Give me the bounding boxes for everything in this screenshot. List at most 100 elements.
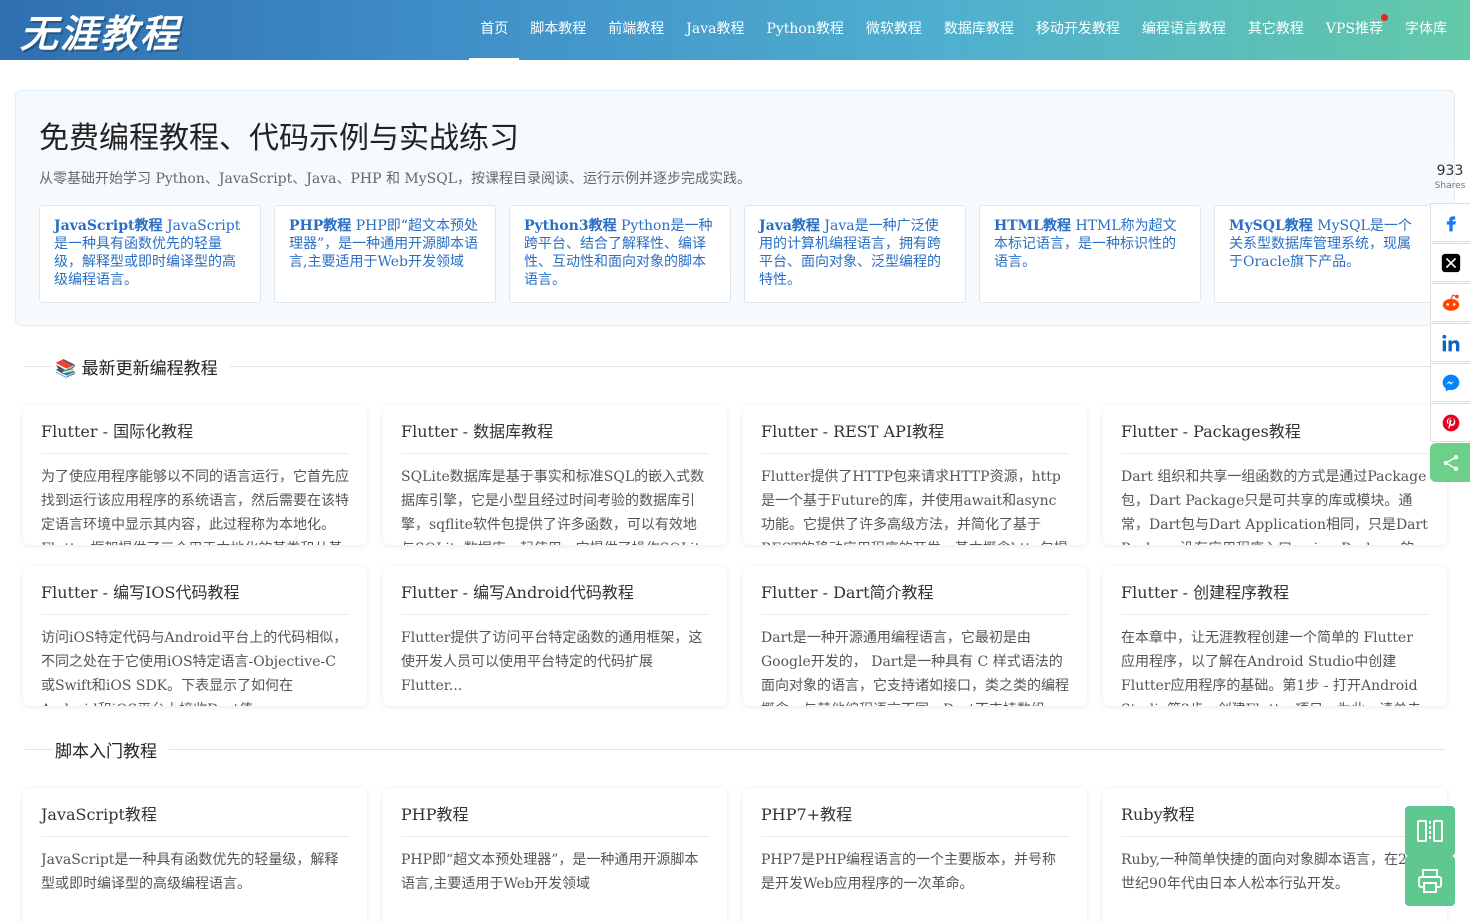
feature-name: MySQL教程 [1229,218,1313,234]
tutorial-card[interactable]: Flutter - Dart简介教程 Dart是一种开源通用编程语言，它最初是由G… [743,566,1087,706]
nav-item-vps[interactable]: VPS推荐 [1315,0,1394,60]
card-title[interactable]: PHP教程 [401,802,709,837]
featured-course-mysql[interactable]: MySQL教程 MySQL是一个关系型数据库管理系统，现属于Oracle旗下产品… [1214,205,1436,303]
section-title: 📚 最新更新编程教程 [53,354,230,379]
feature-name: PHP教程 [289,218,352,234]
share-facebook-button[interactable] [1430,203,1470,242]
featured-course-php[interactable]: PHP教程 PHP即“超文本预处理器”，是一种通用开源脚本语言,主要适用于Web… [274,205,496,303]
nav-item-scripts[interactable]: 脚本教程 [519,0,597,60]
divider [25,365,53,367]
tutorial-card[interactable]: Flutter - 编写IOS代码教程访问iOS特定代码与Android平台上的… [23,566,367,706]
featured-courses: JavaScript教程 JavaScript是一种具有函数优先的轻量级，解释型… [39,205,1436,303]
facebook-icon [1446,215,1456,231]
card-title[interactable]: Flutter - 编写Android代码教程 [401,580,709,615]
main-nav: 首页 脚本教程 前端教程 Java教程 Python教程 微软教程 数据库教程 … [469,0,1458,60]
card-title[interactable]: Flutter - 数据库教程 [401,419,709,454]
nav-item-other[interactable]: 其它教程 [1237,0,1315,60]
card-excerpt: 访问iOS特定代码与Android平台上的代码相似，不同之处在于它使用iOS特定… [41,630,348,706]
messenger-icon [1442,374,1459,391]
card-title[interactable]: Flutter - 创建程序教程 [1121,580,1429,615]
tutorial-card[interactable]: Flutter - REST API教程 Flutter提供了HTTP包来请求HT… [743,405,1087,545]
divider [229,365,1445,367]
card-title[interactable]: Flutter - REST API教程 [761,419,1069,454]
divider [169,748,1445,750]
hero-title: 免费编程教程、代码示例与实战练习 [39,121,519,156]
featured-course-python3[interactable]: Python3教程 Python是一种跨平台、结合了解释性、编译性、互动性和面向… [509,205,731,303]
share-pinterest-button[interactable] [1430,403,1470,442]
card-excerpt: 在本章中，让无涯教程创建一个简单的 Flutter 应用程序，以了解在Andro… [1121,630,1421,706]
feature-name: JavaScript教程 [54,218,163,234]
card-row: JavaScript教程 JavaScript是一种具有函数优先的轻量级，解释型或… [23,788,1447,923]
tutorial-card[interactable]: Flutter - 数据库教程 SQLite数据库是基于事实和标准SQL的嵌入式数… [383,405,727,545]
section-title: 脚本入门教程 [55,741,157,762]
card-title[interactable]: Flutter - Dart简介教程 [761,580,1069,615]
hero-subtitle: 从零基础开始学习 Python、JavaScript、Java、PHP 和 My… [39,171,752,187]
card-excerpt: Ruby,一种简单快捷的面向对象脚本语言，在20世纪90年代由日本人松本行弘开发… [1121,852,1416,892]
pinterest-icon [1442,414,1459,431]
card-excerpt: Dart是一种开源通用编程语言，它最初是由Google开发的， Dart是一种具… [761,630,1069,706]
tutorial-card[interactable]: JavaScript教程 JavaScript是一种具有函数优先的轻量级，解释型或… [23,788,367,923]
card-excerpt: Flutter提供了访问平台特定函数的通用框架，这使开发人员可以使用平台特定的代… [401,630,703,694]
reader-mode-button[interactable] [1405,806,1455,856]
nav-item-mobile[interactable]: 移动开发教程 [1025,0,1131,60]
tutorial-card[interactable]: Flutter - 创建程序教程在本章中，让无涯教程创建一个简单的 Flutte… [1103,566,1447,706]
featured-course-java[interactable]: Java教程 Java是一种广泛使用的计算机编程语言，拥有跨平台、面向对象、泛型… [744,205,966,303]
share-more-button[interactable] [1430,443,1470,482]
feature-name: Python3教程 [524,218,617,234]
feature-name: HTML教程 [994,218,1071,234]
card-title[interactable]: PHP7+教程 [761,802,1069,837]
tutorial-card[interactable]: PHP教程 PHP即“超文本预处理器”，是一种通用开源脚本语言,主要适用于Web开… [383,788,727,923]
tutorial-card[interactable]: PHP7+教程 PHP7是PHP编程语言的一个主要版本，并号称是开发Web应用程序… [743,788,1087,923]
nav-item-java[interactable]: Java教程 [675,0,755,60]
reader-mode-icon [1417,820,1443,842]
tutorial-card[interactable]: Flutter - 编写Android代码教程 Flutter提供了访问平台特定函… [383,566,727,706]
section-header-latest: 📚 最新更新编程教程 [25,354,1445,379]
card-title[interactable]: Ruby教程 [1121,802,1429,837]
card-excerpt: Dart 组织和共享一组函数的方式是通过Package包，Dart Packag… [1121,469,1428,545]
divider [25,748,53,750]
nav-item-microsoft[interactable]: 微软教程 [855,0,933,60]
nav-item-home[interactable]: 首页 [469,0,520,60]
share-x-button[interactable] [1430,243,1470,282]
new-badge-dot [1381,14,1388,21]
card-row: Flutter - 编写IOS代码教程访问iOS特定代码与Android平台上的… [23,566,1447,706]
featured-course-html[interactable]: HTML教程 HTML称为超文本标记语言，是一种标识性的语言。 [979,205,1201,303]
linkedin-icon [1441,334,1459,351]
nav-item-python[interactable]: Python教程 [755,0,854,60]
site-header: 无涯教程 首页 脚本教程 前端教程 Java教程 Python教程 微软教程 数… [0,0,1470,60]
books-icon: 📚 [55,358,77,379]
nav-item-frontend[interactable]: 前端教程 [597,0,675,60]
nav-item-languages[interactable]: 编程语言教程 [1131,0,1237,60]
hero-panel: 免费编程教程、代码示例与实战练习 从零基础开始学习 Python、JavaScr… [15,90,1455,326]
share-count-number: 933 [1436,163,1464,179]
nav-item-fonts[interactable]: 字体库 [1394,0,1458,60]
print-icon [1418,869,1442,893]
share-count: 933 Shares [1430,162,1470,192]
card-excerpt: PHP7是PHP编程语言的一个主要版本，并号称是开发Web应用程序的一次革命。 [761,852,1057,892]
tutorial-card[interactable]: Flutter - Packages教程 Dart 组织和共享一组函数的方式是通过… [1103,405,1447,545]
tutorial-card[interactable]: Ruby教程 Ruby,一种简单快捷的面向对象脚本语言，在20世纪90年代由日本人… [1103,788,1447,923]
share-icon [1443,454,1458,471]
card-title[interactable]: Flutter - Packages教程 [1121,419,1429,454]
tutorial-card[interactable]: Flutter - 国际化教程为了使应用程序能够以不同的语言运行，它首先应找到运… [23,405,367,545]
reddit-icon [1442,294,1459,311]
card-excerpt: JavaScript是一种具有函数优先的轻量级，解释型或即时编译型的高级编程语言… [41,852,339,892]
share-reddit-button[interactable] [1430,283,1470,322]
share-count-label: Shares [1434,181,1466,191]
site-logo[interactable]: 无涯教程 [20,8,180,56]
card-title[interactable]: Flutter - 编写IOS代码教程 [41,580,349,615]
section-header-scripts: 脚本入门教程 [25,737,1445,762]
card-excerpt: SQLite数据库是基于事实和标准SQL的嵌入式数据库引擎，它是小型且经过时间考… [401,469,709,545]
card-title[interactable]: Flutter - 国际化教程 [41,419,349,454]
featured-course-javascript[interactable]: JavaScript教程 JavaScript是一种具有函数优先的轻量级，解释型… [39,205,261,303]
share-messenger-button[interactable] [1430,363,1470,402]
x-twitter-icon [1441,253,1460,272]
nav-item-database[interactable]: 数据库教程 [933,0,1025,60]
nav-item-vps-label: VPS推荐 [1325,21,1383,37]
print-button[interactable] [1405,856,1455,906]
card-excerpt: 为了使应用程序能够以不同的语言运行，它首先应找到运行该应用程序的系统语言，然后需… [41,469,349,545]
share-linkedin-button[interactable] [1430,323,1470,362]
card-title[interactable]: JavaScript教程 [41,802,349,837]
card-row: Flutter - 国际化教程为了使应用程序能够以不同的语言运行，它首先应找到运… [23,405,1447,545]
card-excerpt: Flutter提供了HTTP包来请求HTTP资源，http是一个基于Future… [761,469,1068,545]
